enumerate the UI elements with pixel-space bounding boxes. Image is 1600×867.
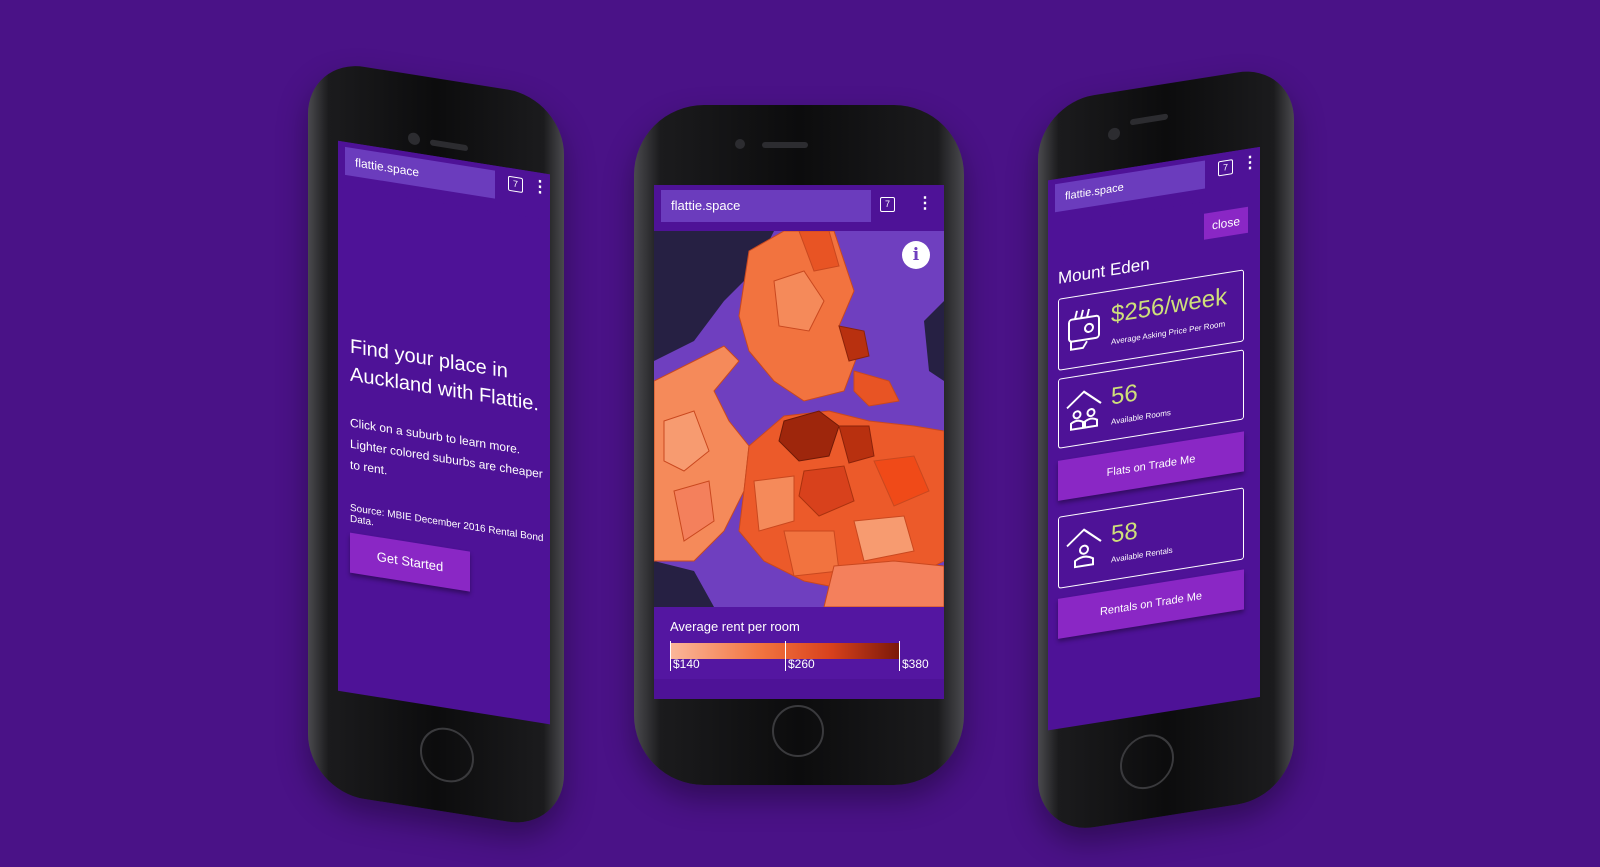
earpiece-speaker (430, 139, 468, 152)
browser-bar: flattie.space 7 ⋮ (654, 185, 944, 231)
suburb-region-south[interactable] (823, 560, 944, 607)
suburb-name: Mount Eden (1058, 254, 1150, 288)
earpiece-speaker (762, 142, 808, 148)
suburb-detail-screen: flattie.space 7 ⋮ close Mount Eden $256/… (1048, 146, 1260, 731)
front-camera (1108, 127, 1120, 141)
intro-screen: flattie.space 7 ⋮ Find your place in Auc… (338, 140, 550, 725)
wallet-hand-icon (1065, 305, 1103, 360)
suburb-choropleth[interactable] (654, 231, 944, 607)
rent-legend: Average rent per room $140 $260 $380 (654, 607, 944, 679)
hero-title: Find your place in Auckland with Flattie… (350, 335, 539, 416)
legend-title: Average rent per room (670, 619, 800, 634)
home-button[interactable] (420, 723, 474, 787)
tab-switcher-icon[interactable]: 7 (1218, 159, 1233, 177)
tab-switcher-icon[interactable]: 7 (508, 175, 523, 194)
more-vert-icon[interactable]: ⋮ (1242, 153, 1258, 173)
suburb[interactable] (853, 370, 900, 407)
land-outside (654, 561, 714, 607)
info-icon[interactable]: i (902, 241, 930, 269)
legend-tick (670, 641, 671, 671)
legend-min-label: $140 (673, 657, 700, 671)
phone-left: flattie.space 7 ⋮ Find your place in Auc… (308, 58, 564, 831)
front-camera (735, 139, 745, 149)
map-screen: flattie.space 7 ⋮ i Average rent per roo… (654, 185, 944, 699)
rooms-value: 56 (1111, 379, 1138, 411)
url-field[interactable]: flattie.space (345, 146, 495, 199)
house-person-icon (1065, 523, 1103, 578)
earpiece-speaker (1130, 113, 1168, 126)
home-button[interactable] (772, 705, 824, 757)
phone-right: flattie.space 7 ⋮ close Mount Eden $256/… (1038, 63, 1294, 836)
hero-description: Click on a suburb to learn more. Lighter… (350, 415, 543, 482)
legend-max-label: $380 (902, 657, 929, 671)
legend-tick (899, 641, 900, 671)
legend-mid-label: $260 (788, 657, 815, 671)
more-vert-icon[interactable]: ⋮ (917, 196, 933, 212)
url-field[interactable]: flattie.space (1055, 160, 1205, 213)
get-started-button[interactable]: Get Started (350, 532, 470, 592)
url-field[interactable]: flattie.space (661, 190, 871, 222)
suburb[interactable] (783, 530, 840, 577)
tab-switcher-icon[interactable]: 7 (880, 197, 895, 212)
rentals-value: 58 (1111, 517, 1138, 549)
land-outside (924, 301, 944, 381)
bottom-strip (654, 679, 944, 699)
front-camera (408, 131, 420, 146)
home-button[interactable] (1120, 730, 1174, 794)
more-vert-icon[interactable]: ⋮ (532, 177, 548, 197)
legend-tick (785, 641, 786, 671)
rooms-caption: Available Rooms (1111, 407, 1171, 427)
phone-center: flattie.space 7 ⋮ i Average rent per roo… (634, 105, 964, 785)
suburb[interactable] (753, 475, 795, 532)
suburb-map[interactable]: i (654, 231, 944, 607)
house-people-icon (1065, 385, 1103, 440)
browser-bar: flattie.space 7 ⋮ (338, 140, 550, 221)
rentals-caption: Available Rentals (1111, 545, 1173, 565)
close-button[interactable]: close (1204, 206, 1248, 240)
